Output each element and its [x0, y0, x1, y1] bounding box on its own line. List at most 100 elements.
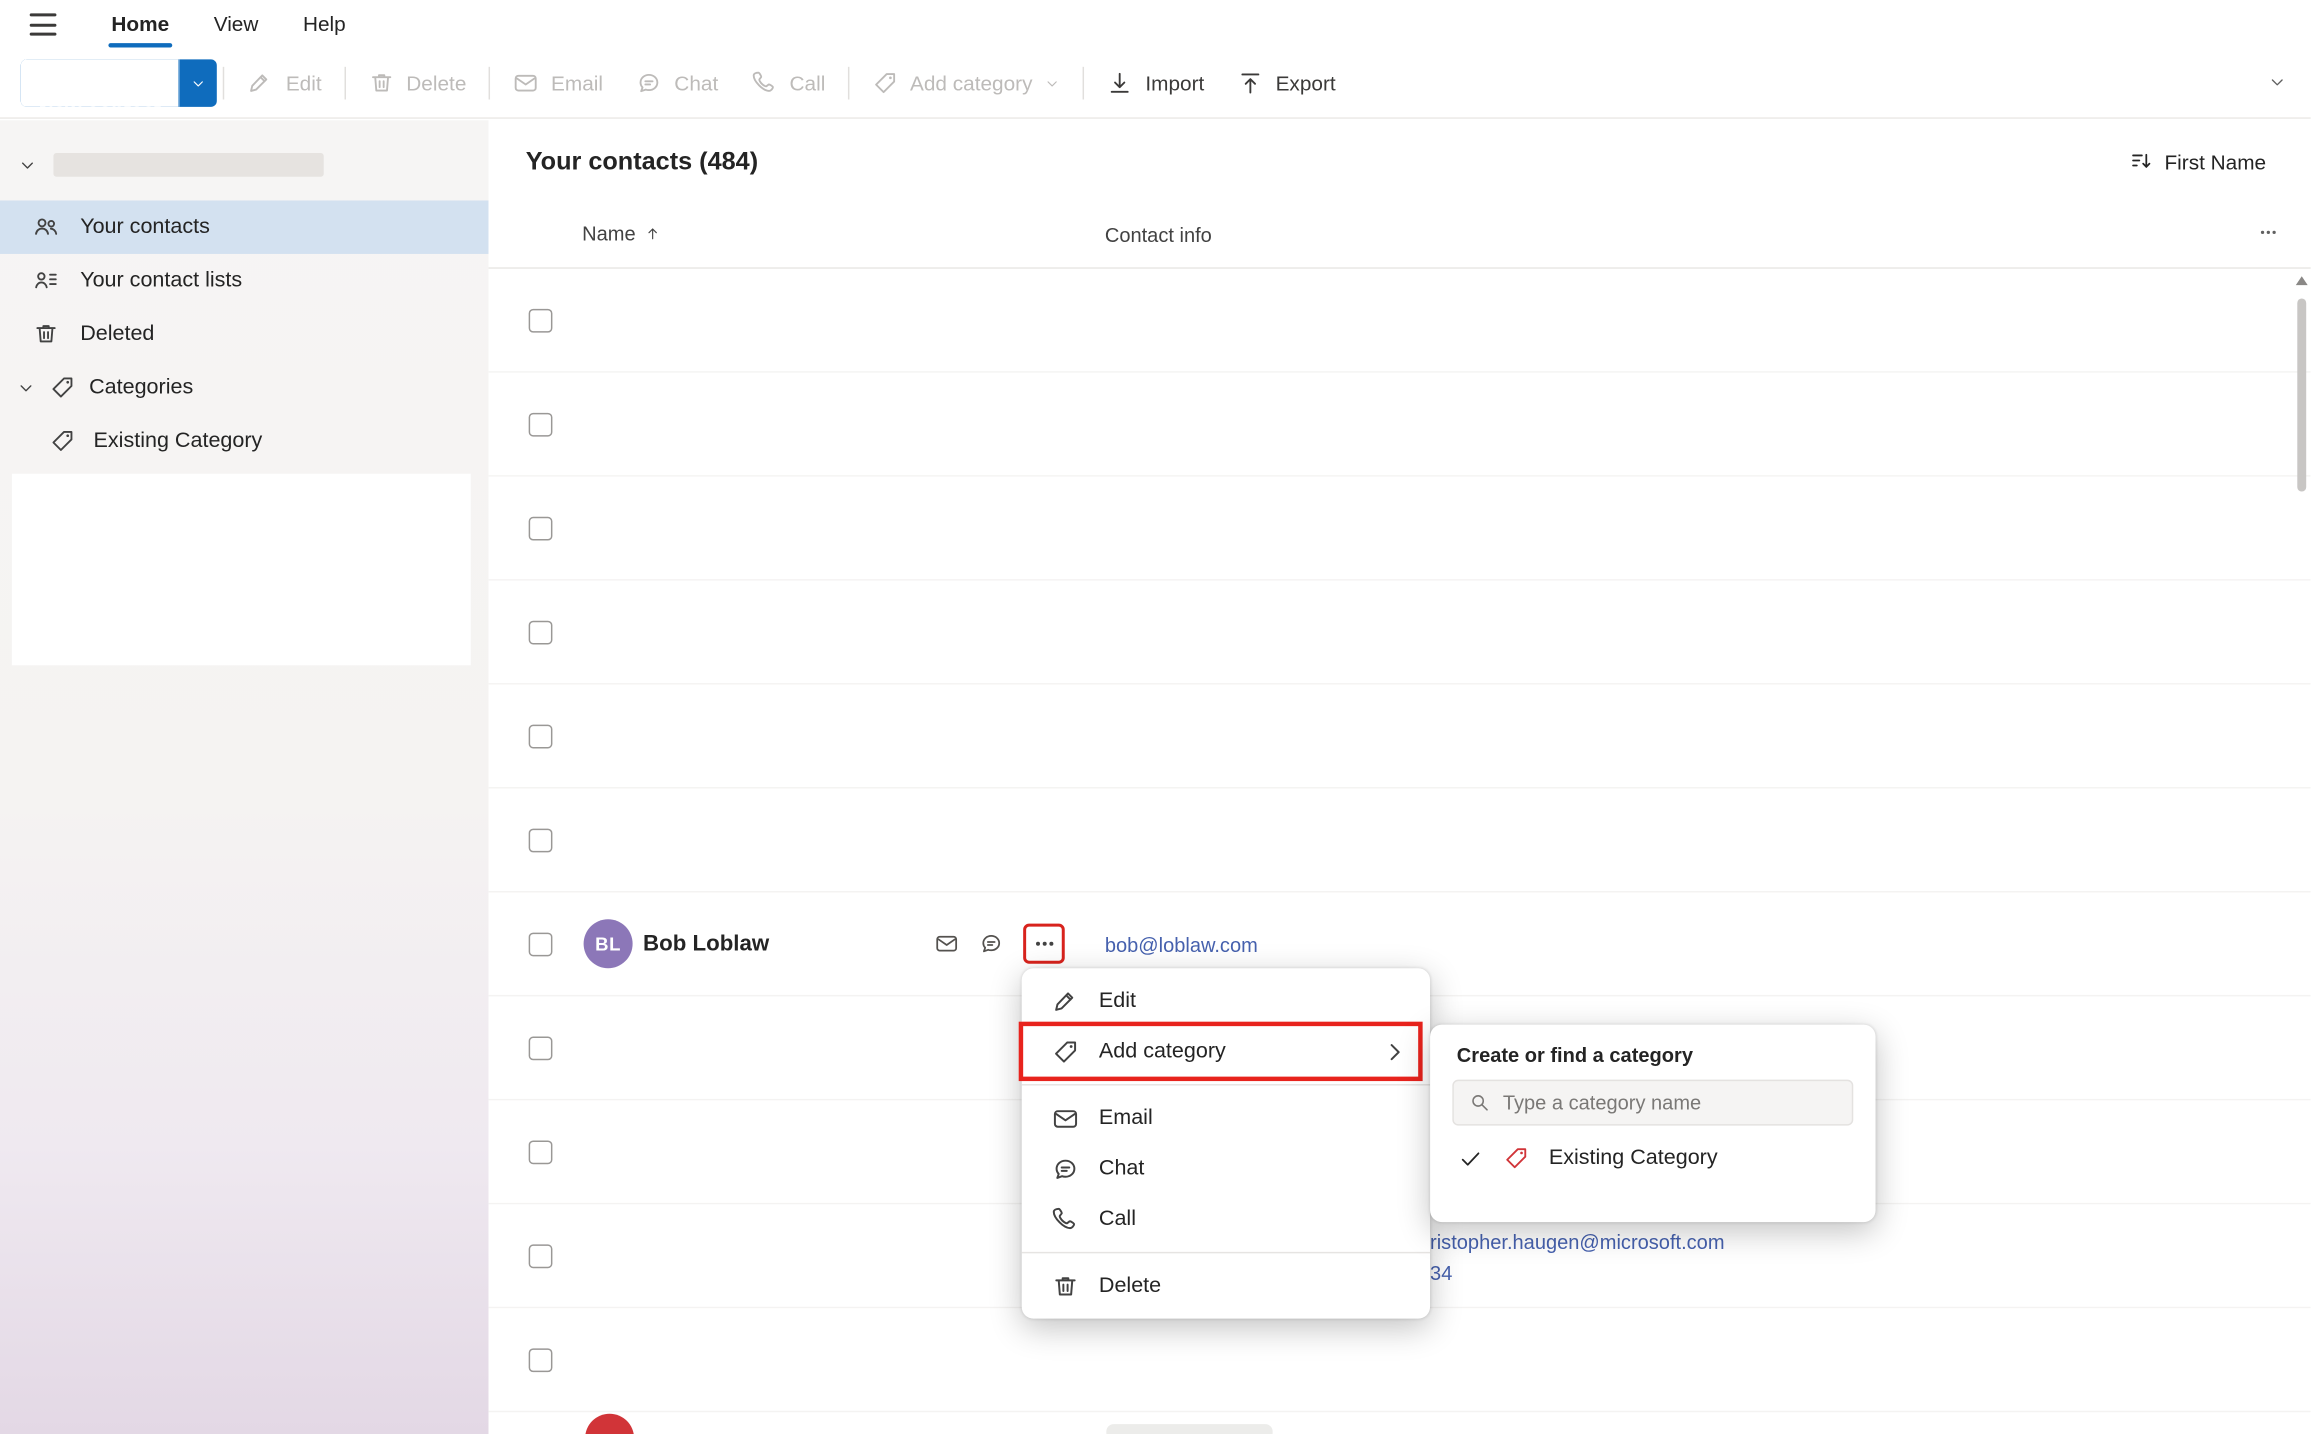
sidebar-item-categories[interactable]: Categories — [0, 361, 489, 414]
menu-item-call[interactable]: Call — [1022, 1194, 1430, 1244]
more-horizontal-icon — [1033, 933, 1055, 955]
tab-home[interactable]: Home — [89, 1, 191, 49]
list-header: Your contacts (484) First Name — [489, 120, 2311, 202]
pencil-icon — [247, 70, 274, 97]
contact-row[interactable] — [489, 789, 2311, 893]
contact-row[interactable] — [489, 269, 2311, 373]
column-name[interactable]: Name — [582, 223, 661, 245]
toolbar-overflow-button[interactable] — [2268, 73, 2287, 100]
obscured-email-link[interactable]: ristopher.haugen@microsoft.com — [1430, 1231, 1724, 1253]
menu-item-delete[interactable]: Delete — [1022, 1261, 1430, 1311]
trash-icon — [1051, 1272, 1079, 1300]
row-checkbox[interactable] — [529, 620, 553, 644]
new-contact-dropdown-button[interactable] — [180, 59, 217, 107]
menu-item-label: Call — [1099, 1207, 1136, 1231]
sidebar-item-label: Deleted — [80, 322, 154, 346]
sidebar-item-deleted[interactable]: Deleted — [0, 307, 489, 360]
tab-home-label: Home — [111, 11, 169, 35]
sidebar-item-existing-category[interactable]: Existing Category — [0, 414, 489, 467]
tab-view[interactable]: View — [191, 1, 280, 49]
chat-bubble-icon[interactable] — [979, 931, 1004, 956]
tab-help-label: Help — [303, 11, 346, 35]
email-button[interactable]: Email — [496, 50, 619, 115]
row-checkbox[interactable] — [529, 1036, 553, 1060]
category-search-box[interactable] — [1452, 1080, 1853, 1126]
import-button[interactable]: Import — [1090, 50, 1220, 115]
redacted-sidebar-block — [12, 474, 471, 666]
tag-icon — [49, 374, 76, 401]
row-checkbox[interactable] — [529, 724, 553, 748]
row-checkbox[interactable] — [529, 1140, 553, 1164]
row-more-actions-button[interactable] — [1023, 924, 1065, 964]
vertical-scrollbar[interactable] — [2293, 272, 2311, 1434]
chevron-right-icon — [1381, 1037, 1409, 1065]
row-checkbox[interactable] — [529, 932, 553, 956]
import-label: Import — [1145, 71, 1204, 95]
row-checkbox[interactable] — [529, 516, 553, 540]
chevron-down-icon — [16, 378, 35, 397]
toolbar-divider — [344, 67, 345, 100]
export-button[interactable]: Export — [1221, 50, 1352, 115]
page-title: Your contacts (484) — [526, 146, 758, 176]
contact-row[interactable] — [489, 1308, 2311, 1412]
scrollbar-thumb[interactable] — [2297, 298, 2306, 491]
new-contact-button[interactable]: New contact — [21, 59, 218, 107]
menu-separator — [1022, 1252, 1430, 1253]
sidebar-item-your-contacts[interactable]: Your contacts — [0, 200, 489, 253]
scrollbar-up-arrow[interactable] — [2296, 276, 2308, 285]
sidebar-item-label: Your contact lists — [80, 269, 242, 293]
menu-item-label: Edit — [1099, 989, 1136, 1013]
delete-button[interactable]: Delete — [351, 50, 482, 115]
column-options-button[interactable] — [2259, 223, 2278, 247]
category-search-input[interactable] — [1503, 1091, 1837, 1113]
checkmark-icon — [1458, 1146, 1483, 1171]
tab-help[interactable]: Help — [281, 1, 368, 49]
more-horizontal-icon — [2259, 223, 2278, 242]
row-checkbox[interactable] — [529, 828, 553, 852]
sidebar-item-label: Existing Category — [94, 429, 263, 453]
call-button[interactable]: Call — [735, 50, 842, 115]
envelope-icon — [1051, 1104, 1079, 1132]
obscured-phone-link[interactable]: 34 — [1430, 1262, 1452, 1284]
sort-by-control[interactable]: First Name — [2127, 149, 2266, 174]
edit-label: Edit — [286, 71, 322, 95]
menu-item-add-category[interactable]: Add category — [1022, 1026, 1430, 1076]
import-arrow-icon — [1107, 70, 1134, 97]
sidebar-item-your-contact-lists[interactable]: Your contact lists — [0, 254, 489, 307]
menu-item-label: Email — [1099, 1106, 1153, 1130]
search-icon — [1469, 1091, 1491, 1113]
contact-row[interactable] — [489, 685, 2311, 789]
contact-row[interactable] — [489, 373, 2311, 477]
edit-button[interactable]: Edit — [231, 50, 338, 115]
row-checkbox[interactable] — [529, 412, 553, 436]
chat-button[interactable]: Chat — [619, 50, 734, 115]
chevron-down-icon — [191, 75, 207, 91]
trash-icon — [368, 70, 395, 97]
chevron-down-icon — [2268, 73, 2287, 92]
tag-icon — [1051, 1037, 1079, 1065]
delete-label: Delete — [406, 71, 466, 95]
sidebar-item-label: Categories — [89, 376, 193, 400]
contact-email-link[interactable]: bob@loblaw.com — [1105, 934, 1258, 956]
sidebar-item-label: Your contacts — [80, 215, 210, 239]
contact-row[interactable] — [489, 477, 2311, 581]
add-category-button[interactable]: Add category — [855, 50, 1077, 115]
hamburger-menu-button[interactable] — [30, 13, 57, 35]
row-checkbox[interactable] — [529, 1348, 553, 1372]
chevron-down-icon — [18, 155, 37, 174]
envelope-icon[interactable] — [934, 931, 959, 956]
chevron-down-icon — [1044, 75, 1060, 91]
row-checkbox[interactable] — [529, 1244, 553, 1268]
column-contact-info-label: Contact info — [1105, 224, 1212, 246]
account-row[interactable] — [18, 153, 324, 177]
menu-item-chat[interactable]: Chat — [1022, 1143, 1430, 1193]
contact-row[interactable] — [489, 581, 2311, 685]
ribbon-toolbar: New contact Edit Delete Email Chat — [0, 49, 2311, 119]
flyout-title: Create or find a category — [1452, 1044, 1853, 1066]
category-option-existing-category[interactable]: Existing Category — [1452, 1129, 1853, 1188]
menu-item-edit[interactable]: Edit — [1022, 976, 1430, 1026]
menu-item-email[interactable]: Email — [1022, 1093, 1430, 1143]
row-checkbox[interactable] — [529, 308, 553, 332]
contact-context-menu: Edit Add category Email Chat Call Delete — [1022, 968, 1430, 1318]
sort-by-label: First Name — [2164, 149, 2266, 173]
